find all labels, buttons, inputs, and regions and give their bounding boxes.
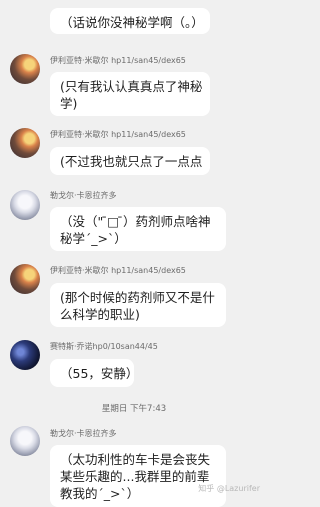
anime-avatar-icon[interactable]: [10, 426, 40, 456]
message-text: 某些乐趣的...我群里的前辈: [60, 469, 210, 484]
message-text: (那个时候的药剂师又不是什: [60, 290, 215, 305]
dark-avatar-icon[interactable]: [10, 340, 40, 370]
sender-name[interactable]: 赛特斯·乔诺hp0/10san44/45: [50, 341, 158, 352]
message-text: 学): [60, 96, 78, 111]
message-text: （没（" ̄□ ̄）药剂师点啥神: [60, 214, 211, 229]
message-bubble[interactable]: （55，安静）: [50, 359, 139, 387]
anime-avatar-icon[interactable]: [10, 190, 40, 220]
sender-name[interactable]: 伊利亚特·米歇尔 hp11/san45/dex65: [50, 129, 186, 140]
message-text: 么科学的职业): [60, 307, 140, 322]
message-bubble[interactable]: (那个时候的药剂师又不是什 么科学的职业): [50, 283, 226, 327]
message-text: 教我的´_>`）: [60, 486, 140, 501]
message-bubble[interactable]: （太功利性的车卡是会丧失 某些乐趣的...我群里的前辈 教我的´_>`）: [50, 445, 226, 507]
sender-name[interactable]: 勒戈尔·卡恩拉齐多: [50, 428, 117, 439]
watermark: 知乎 @Lazurifer: [198, 484, 260, 493]
message-bubble[interactable]: （没（" ̄□ ̄）药剂师点啥神 秘学´_>`）: [50, 207, 226, 251]
message-text: （55，安静）: [60, 366, 139, 381]
sender-name[interactable]: 伊利亚特·米歇尔 hp11/san45/dex65: [50, 55, 186, 66]
message-bubble[interactable]: （话说你没神秘学啊（。）: [50, 8, 210, 34]
message-bubble[interactable]: (不过我也就只点了一点点: [50, 147, 210, 175]
message-text: (只有我认认真真点了神秘: [60, 79, 203, 94]
timestamp: 星期日 下午7:43: [101, 404, 167, 414]
message-text: （话说你没神秘学啊（。）: [60, 15, 204, 30]
sunset-avatar-icon[interactable]: [10, 264, 40, 294]
sender-name[interactable]: 勒戈尔·卡恩拉齐多: [50, 190, 117, 201]
message-text: (不过我也就只点了一点点: [60, 154, 203, 169]
message-text: 秘学´_>`）: [60, 231, 127, 246]
message-text: （太功利性的车卡是会丧失: [60, 452, 211, 467]
sender-name[interactable]: 伊利亚特·米歇尔 hp11/san45/dex65: [50, 265, 186, 276]
sunset-avatar-icon[interactable]: [10, 128, 40, 158]
sunset-avatar-icon[interactable]: [10, 54, 40, 84]
message-bubble[interactable]: (只有我认认真真点了神秘 学): [50, 72, 210, 116]
